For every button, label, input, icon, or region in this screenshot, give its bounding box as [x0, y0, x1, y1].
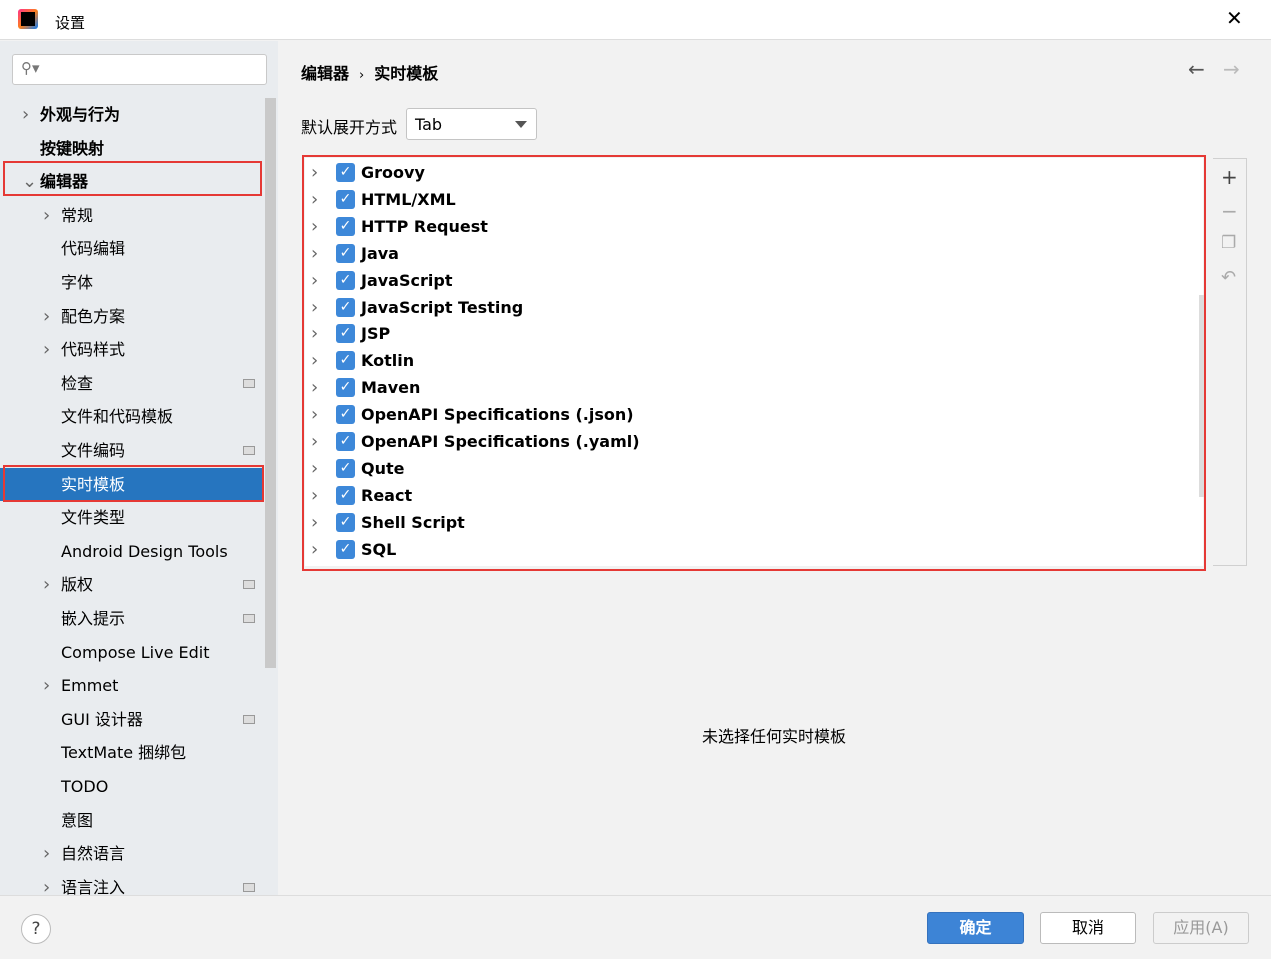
sidebar-item-label: 文件编码	[61, 441, 126, 460]
sidebar-item-label: 字体	[61, 273, 94, 292]
sidebar-item[interactable]: › 版权	[0, 568, 264, 601]
expand-with-label: 默认展开方式	[301, 118, 398, 137]
templates-toolbar: + − ❐ ↶	[1213, 158, 1247, 566]
expand-with-value: Tab	[415, 115, 443, 134]
sidebar-item[interactable]: 嵌入提示	[0, 602, 264, 635]
sidebar-item-label: 自然语言	[61, 844, 126, 864]
sidebar-item[interactable]: Android Design Tools	[0, 535, 264, 568]
sidebar-item-label: 意图	[61, 810, 94, 830]
breadcrumb-editor[interactable]: 编辑器	[301, 64, 349, 83]
chevron-right-icon[interactable]: ›	[43, 669, 50, 702]
sidebar-item-label: 文件和代码模板	[61, 407, 174, 427]
sidebar-item-label: 配色方案	[61, 306, 126, 326]
chevron-right-icon[interactable]: ›	[43, 333, 50, 366]
project-settings-icon	[243, 580, 255, 590]
sidebar-item-label: 代码编辑	[61, 239, 126, 259]
sidebar-item-label: 常规	[61, 205, 94, 225]
project-settings-icon	[243, 614, 255, 623]
sidebar-item[interactable]: › 语言注入	[0, 871, 264, 895]
sidebar-item-label: 检查	[61, 373, 94, 393]
sidebar-item[interactable]: 意图	[0, 804, 264, 837]
chevron-right-icon[interactable]: ›	[43, 837, 50, 870]
search-input[interactable]: ⚲▾	[12, 54, 267, 85]
sidebar-item-label: 版权	[61, 575, 94, 595]
sidebar-item-label: 代码样式	[61, 340, 126, 360]
project-settings-icon	[243, 714, 255, 724]
sidebar-item[interactable]: 按键映射	[0, 132, 264, 165]
window-title: 设置	[55, 14, 86, 32]
title-bar: 设置 ✕	[0, 0, 1271, 40]
sidebar-item[interactable]: 检查	[0, 367, 264, 400]
cancel-button[interactable]: 取消	[1040, 912, 1136, 944]
sidebar-item[interactable]: › 配色方案	[0, 300, 264, 333]
copy-icon[interactable]: ❐	[1221, 233, 1236, 253]
breadcrumb: 编辑器 › 实时模板	[301, 60, 438, 84]
chevron-right-icon[interactable]: ›	[43, 568, 50, 601]
help-button[interactable]: ?	[21, 914, 51, 944]
remove-icon[interactable]: −	[1221, 199, 1238, 223]
sidebar-item[interactable]: › 外观与行为	[0, 98, 264, 131]
chevron-right-icon[interactable]: ›	[43, 871, 50, 895]
project-settings-icon	[243, 882, 255, 892]
sidebar-item[interactable]: 文件和代码模板	[0, 400, 264, 433]
ok-button[interactable]: 确定	[927, 912, 1024, 944]
add-icon[interactable]: +	[1221, 165, 1238, 189]
app-logo-icon	[18, 9, 38, 29]
highlight-editor	[3, 161, 262, 196]
chevron-right-icon[interactable]: ›	[43, 199, 50, 232]
highlight-templates	[302, 155, 1206, 571]
sidebar-item-label: 嵌入提示	[61, 609, 126, 628]
sidebar-item-label: TextMate 捆绑包	[61, 743, 187, 763]
sidebar-item-label: Compose Live Edit	[61, 642, 210, 662]
sidebar-scrollbar[interactable]	[265, 98, 276, 668]
breadcrumb-live-templates: 实时模板	[374, 64, 439, 83]
forward-arrow-icon[interactable]: →	[1223, 57, 1240, 81]
search-icon: ⚲▾	[21, 59, 40, 77]
sidebar-item[interactable]: › 自然语言	[0, 837, 264, 870]
highlight-live-templates	[3, 465, 264, 502]
sidebar-item-label: 语言注入	[61, 877, 126, 895]
sidebar-item[interactable]: Compose Live Edit	[0, 636, 264, 669]
sidebar-item-label: Android Design Tools	[61, 541, 228, 561]
sidebar-item-label: 按键映射	[40, 138, 105, 158]
expand-with-select[interactable]: Tab	[406, 108, 537, 140]
sidebar-item[interactable]: TextMate 捆绑包	[0, 736, 264, 769]
sidebar-item-label: GUI 设计器	[61, 709, 143, 729]
sidebar-item-label: TODO	[61, 777, 109, 796]
back-arrow-icon[interactable]: ←	[1188, 57, 1205, 81]
sidebar-item[interactable]: 代码编辑	[0, 232, 264, 265]
footer: ? 确定 取消 应用(A)	[0, 895, 1271, 959]
chevron-right-icon[interactable]: ›	[43, 300, 50, 333]
chevron-right-icon[interactable]: ›	[22, 98, 29, 131]
restore-icon[interactable]: ↶	[1221, 267, 1236, 288]
sidebar-item-label: 外观与行为	[40, 105, 121, 124]
sidebar-item[interactable]: GUI 设计器	[0, 703, 264, 736]
sidebar-item[interactable]: 文件类型	[0, 501, 264, 534]
breadcrumb-separator-icon: ›	[359, 68, 365, 83]
sidebar-item-label: Emmet	[61, 676, 119, 696]
close-icon[interactable]: ✕	[1226, 6, 1243, 30]
project-settings-icon	[243, 378, 255, 388]
sidebar-item[interactable]: TODO	[0, 770, 264, 803]
sidebar-item[interactable]: 字体	[0, 266, 264, 299]
empty-state-text: 未选择任何实时模板	[702, 727, 847, 746]
sidebar-item[interactable]: › Emmet	[0, 669, 264, 702]
sidebar-item[interactable]: › 常规	[0, 199, 264, 232]
sidebar-item-label: 文件类型	[61, 508, 126, 528]
chevron-down-icon	[515, 121, 527, 128]
project-settings-icon	[243, 446, 255, 455]
sidebar-item[interactable]: 文件编码	[0, 434, 264, 467]
apply-button[interactable]: 应用(A)	[1153, 912, 1249, 944]
sidebar-item[interactable]: › 代码样式	[0, 333, 264, 366]
